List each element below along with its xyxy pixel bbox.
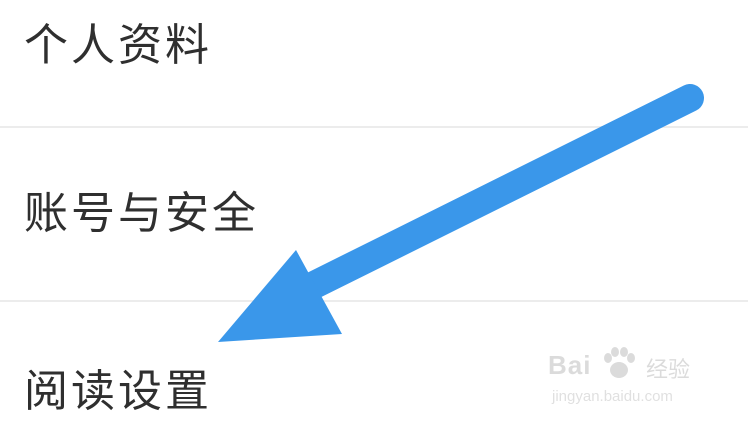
watermark-url: jingyan.baidu.com [552,388,673,405]
menu-item-account-security[interactable]: 账号与安全 [0,128,748,300]
menu-item-personal-info[interactable]: 个人资料 [0,0,748,126]
menu-item-label: 账号与安全 [24,188,259,239]
menu-item-label: 个人资料 [24,20,212,71]
watermark-brand: Bai [548,350,592,380]
paw-icon [604,347,635,378]
menu-item-label: 阅读设置 [24,366,212,417]
watermark-site-name: 经验 [646,358,691,383]
watermark: Bai 经验 jingyan.baidu.com [548,344,718,414]
